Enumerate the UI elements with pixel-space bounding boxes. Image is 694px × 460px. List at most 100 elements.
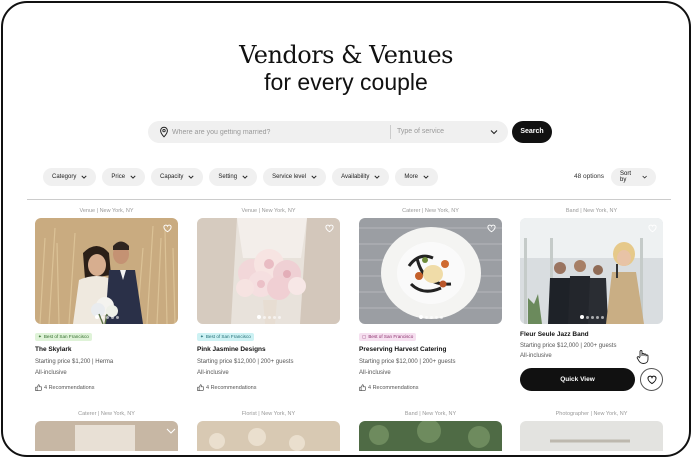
vendor-photo[interactable] — [35, 421, 178, 451]
best-of-badge: ✦ Best of San Francisco — [35, 333, 92, 341]
vendor-category: Venue | New York, NY — [241, 208, 296, 214]
chevron-down-icon — [311, 175, 317, 179]
carousel-dots[interactable] — [197, 315, 340, 319]
location-search-input[interactable] — [172, 121, 387, 143]
heart-icon[interactable] — [163, 224, 172, 233]
vendor-inclusion: All-inclusive — [520, 353, 552, 359]
carousel-dots[interactable] — [520, 315, 663, 319]
filter-capacity[interactable]: Capacity — [151, 168, 204, 186]
vendor-card[interactable]: Caterer | New York, NY — [35, 411, 178, 451]
dish-photo — [359, 218, 502, 324]
badge-label: Best of San Francisco — [205, 334, 251, 339]
best-of-badge: ▢ Best of San Francisco — [359, 333, 417, 341]
caterer-photo — [35, 421, 178, 451]
filter-more[interactable]: More — [395, 168, 438, 186]
save-favorite-button[interactable] — [640, 368, 663, 391]
vendor-photo[interactable] — [359, 421, 502, 451]
filter-label: Capacity — [160, 174, 184, 180]
vendor-inclusion: All-inclusive — [197, 370, 229, 376]
vendor-inclusion: All-inclusive — [35, 370, 67, 376]
filter-price[interactable]: Price — [102, 168, 146, 186]
vendor-photo[interactable] — [520, 421, 663, 451]
filter-bar: Category Price Capacity Setting Service … — [43, 168, 438, 186]
service-type-select[interactable]: Type of service — [397, 121, 502, 143]
filter-label: Category — [52, 174, 77, 180]
star-icon: ✦ — [38, 334, 42, 339]
chevron-down-icon — [642, 175, 647, 179]
photographer-photo — [520, 421, 663, 451]
vendor-card[interactable]: Florist | New York, NY — [197, 411, 340, 451]
recommendations-label: 4 Recommendations — [206, 384, 257, 391]
vendor-category: Caterer | New York, NY — [78, 411, 135, 417]
recommendations: 4 Recommendations — [197, 384, 256, 391]
results-count: 48 options — [574, 173, 604, 180]
filter-category[interactable]: Category — [43, 168, 97, 186]
search-button[interactable]: Search — [512, 121, 552, 143]
vendor-name[interactable]: The Skylark — [35, 346, 72, 353]
vendor-name[interactable]: Preserving Harvest Catering — [359, 346, 446, 353]
band-photo — [520, 218, 663, 324]
hero-title: Vendors & Venues — [239, 41, 453, 69]
vendor-name[interactable]: Pink Jasmine Designs — [197, 346, 266, 353]
recommendations: 4 Recommendations — [35, 384, 94, 391]
vendor-price: Starting price $12,000 | 200+ guests — [197, 359, 294, 365]
filter-availability[interactable]: Availability — [332, 168, 390, 186]
recommendations-label: 4 Recommendations — [368, 384, 419, 391]
heart-icon — [647, 375, 657, 385]
carousel-dots[interactable] — [359, 315, 502, 319]
carousel-dots[interactable] — [35, 315, 178, 319]
chevron-down-icon — [130, 175, 136, 179]
hand-cursor-icon — [636, 350, 649, 364]
vendor-photo[interactable] — [197, 421, 340, 451]
badge-label: Best of San Francisco — [368, 334, 414, 339]
filter-label: Service level — [272, 174, 307, 180]
heart-icon[interactable] — [325, 224, 334, 233]
thumbs-up-icon — [197, 384, 204, 391]
badge-label: Best of San Francisco — [43, 334, 89, 339]
vendor-category: Photographer | New York, NY — [555, 411, 628, 417]
vendor-photo[interactable] — [197, 218, 340, 324]
vendor-category: Band | New York, NY — [565, 208, 618, 214]
couple-photo — [35, 218, 178, 324]
chevron-down-icon — [374, 175, 380, 179]
recommendations: 4 Recommendations — [359, 384, 418, 391]
vendor-inclusion: All-inclusive — [359, 370, 391, 376]
filter-label: Price — [111, 174, 126, 180]
star-icon: ✦ — [200, 334, 204, 339]
chevron-down-icon — [423, 175, 429, 179]
band-venue-photo — [359, 421, 502, 451]
filter-setting[interactable]: Setting — [209, 168, 258, 186]
heart-icon[interactable] — [487, 224, 496, 233]
recommendations-label: 4 Recommendations — [44, 384, 95, 391]
filter-label: Setting — [218, 174, 238, 180]
location-pin-icon — [160, 126, 168, 138]
search-divider — [390, 125, 391, 139]
vendor-category: Caterer | New York, NY — [402, 208, 459, 214]
quick-view-button[interactable]: Quick View — [520, 368, 635, 391]
chevron-down-icon — [242, 175, 248, 179]
bouquet-photo — [197, 218, 340, 324]
filter-service-level[interactable]: Service level — [263, 168, 327, 186]
florist-photo — [197, 421, 340, 451]
vendor-card[interactable]: Band | New York, NY — [359, 411, 502, 451]
hero-subtitle: for every couple — [264, 69, 428, 95]
best-of-badge: ✦ Best of San Francisco — [197, 333, 254, 341]
vendor-category: Florist | New York, NY — [241, 411, 296, 417]
app-frame: Vendors & Venues for every couple Type o… — [1, 1, 691, 457]
heart-icon[interactable] — [648, 224, 657, 233]
vendor-price: Starting price $1,200 | Herma — [35, 359, 114, 365]
chat-icon: ▢ — [362, 334, 367, 339]
vendor-card[interactable]: Photographer | New York, NY — [520, 411, 663, 451]
vendor-photo[interactable] — [359, 218, 502, 324]
vendor-price: Starting price $12,000 | 200+ guests — [520, 343, 617, 349]
search-bar: Type of service — [148, 121, 508, 143]
thumbs-up-icon — [35, 384, 42, 391]
chevron-down-icon — [188, 175, 194, 179]
vendor-name[interactable]: Fleur Seule Jazz Band — [520, 331, 589, 338]
sort-by-dropdown[interactable]: Sort by — [611, 168, 656, 186]
filter-label: Availability — [341, 174, 370, 180]
vendor-category: Band | New York, NY — [404, 411, 457, 417]
vendor-photo[interactable] — [520, 218, 663, 324]
chevron-down-icon — [81, 175, 87, 179]
vendor-photo[interactable] — [35, 218, 178, 324]
